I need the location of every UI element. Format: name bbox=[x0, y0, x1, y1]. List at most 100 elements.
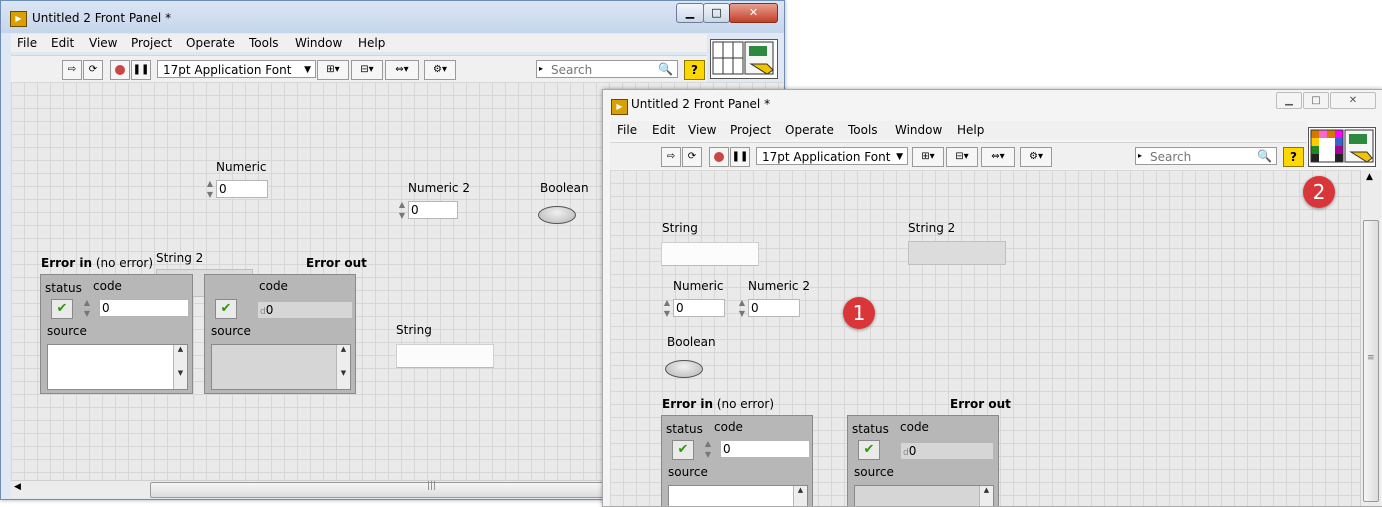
run-button[interactable]: ⇨ bbox=[661, 147, 681, 167]
boolean-button[interactable] bbox=[665, 360, 703, 378]
scroll-up-icon[interactable]: ▲ bbox=[341, 345, 346, 353]
close-button[interactable]: ✕ bbox=[1330, 92, 1376, 109]
pause-button[interactable]: ❚❚ bbox=[131, 60, 151, 80]
increment-decrement-icon[interactable]: ▲ ▼ bbox=[702, 438, 714, 460]
search-input[interactable] bbox=[549, 62, 663, 78]
minimize-button[interactable]: ▁ bbox=[676, 3, 704, 23]
vertical-scrollbar[interactable]: ▲ ≡ bbox=[1360, 170, 1381, 506]
menu-file[interactable]: File bbox=[617, 123, 637, 137]
status-checkbox[interactable]: ✔ bbox=[51, 299, 73, 319]
menu-view[interactable]: View bbox=[688, 123, 716, 137]
context-help-button[interactable]: ? bbox=[1283, 147, 1304, 167]
run-continuously-button[interactable]: ⟳ bbox=[682, 147, 702, 167]
menu-operate[interactable]: Operate bbox=[186, 36, 235, 50]
scroll-up-icon[interactable]: ▲ bbox=[798, 486, 803, 494]
string-control[interactable] bbox=[661, 242, 759, 266]
code-input[interactable]: 0 bbox=[720, 440, 810, 458]
distribute-objects-button[interactable]: ⊟▾ bbox=[946, 147, 978, 167]
maximize-button[interactable]: □ bbox=[703, 3, 730, 23]
menu-tools[interactable]: Tools bbox=[249, 36, 279, 50]
numeric2-control[interactable]: ▲ ▼ 0 bbox=[736, 297, 800, 319]
abort-button[interactable] bbox=[709, 147, 729, 167]
code-control[interactable]: ▲ ▼ 0 bbox=[702, 438, 810, 460]
search-box[interactable]: ▸ 🔍 bbox=[1135, 147, 1277, 165]
menu-view[interactable]: View bbox=[89, 36, 117, 50]
front-panel-canvas[interactable]: String String 2 Numeric ▲ ▼ 0 Numeric 2 ▲… bbox=[610, 170, 1360, 506]
menu-tools[interactable]: Tools bbox=[848, 123, 878, 137]
source-scrollbar[interactable]: ▲ ▼ bbox=[336, 345, 350, 389]
status-checkbox[interactable]: ✔ bbox=[672, 440, 694, 460]
scroll-down-icon[interactable]: ▼ bbox=[178, 369, 183, 377]
font-selector[interactable]: 17pt Application Font ▼ bbox=[756, 147, 908, 165]
menu-edit[interactable]: Edit bbox=[652, 123, 675, 137]
scroll-down-icon[interactable]: ▼ bbox=[341, 369, 346, 377]
source-textbox[interactable]: ▲ ▼ bbox=[47, 344, 188, 390]
error-in-cluster[interactable]: status code ✔ ▲ ▼ 0 source ▲ bbox=[661, 415, 813, 506]
abort-button[interactable] bbox=[110, 60, 130, 80]
reorder-button[interactable]: ⚙▾ bbox=[1020, 147, 1052, 167]
menu-file[interactable]: File bbox=[17, 36, 37, 50]
increment-decrement-icon[interactable]: ▲ ▼ bbox=[396, 199, 408, 221]
menu-window[interactable]: Window bbox=[895, 123, 942, 137]
search-scope-icon: ▸ bbox=[1138, 151, 1143, 160]
front-panel-window-2[interactable]: ▶ Untitled 2 Front Panel * ▁ □ ✕ File Ed… bbox=[602, 89, 1382, 507]
increment-decrement-icon[interactable]: ▲ ▼ bbox=[736, 297, 748, 319]
distribute-objects-button[interactable]: ⊟▾ bbox=[351, 60, 383, 80]
numeric2-control[interactable]: ▲ ▼ 0 bbox=[396, 199, 460, 221]
menu-help[interactable]: Help bbox=[358, 36, 385, 50]
run-button[interactable]: ⇨ bbox=[62, 60, 82, 80]
source-scrollbar[interactable]: ▲ bbox=[793, 486, 807, 506]
source-textbox[interactable]: ▲ bbox=[668, 485, 808, 506]
increment-decrement-icon[interactable]: ▲ ▼ bbox=[661, 297, 673, 319]
close-button[interactable]: ✕ bbox=[729, 3, 778, 23]
string-control[interactable] bbox=[396, 344, 494, 368]
search-box[interactable]: ▸ 🔍 bbox=[536, 60, 678, 78]
run-continuously-button[interactable]: ⟳ bbox=[83, 60, 103, 80]
vertical-scroll-thumb[interactable]: ≡ bbox=[1363, 220, 1379, 502]
source-scrollbar[interactable]: ▲ bbox=[979, 486, 993, 506]
numeric-label: Numeric bbox=[216, 160, 267, 174]
title-bar[interactable]: ▶ Untitled 2 Front Panel * ▁ □ ✕ bbox=[1, 1, 784, 33]
resize-objects-button[interactable]: ⇔▾ bbox=[981, 147, 1015, 167]
numeric-control[interactable]: ▲ ▼ 0 bbox=[661, 297, 725, 319]
resize-objects-button[interactable]: ⇔▾ bbox=[385, 60, 419, 80]
reorder-button[interactable]: ⚙▾ bbox=[424, 60, 456, 80]
numeric-control[interactable]: ▲ ▼ 0 bbox=[204, 178, 268, 200]
connector-pane-icon[interactable] bbox=[710, 39, 778, 79]
menu-edit[interactable]: Edit bbox=[51, 36, 74, 50]
align-objects-button[interactable]: ⊞▾ bbox=[912, 147, 944, 167]
connector-pane-icon[interactable] bbox=[1308, 127, 1376, 167]
numeric-input[interactable]: 0 bbox=[216, 180, 268, 198]
source-scrollbar[interactable]: ▲ ▼ bbox=[173, 345, 187, 389]
scroll-up-icon[interactable]: ▲ bbox=[178, 345, 183, 353]
string-label: String bbox=[396, 323, 432, 337]
maximize-button[interactable]: □ bbox=[1303, 92, 1329, 109]
pause-button[interactable]: ❚❚ bbox=[730, 147, 750, 167]
error-in-cluster[interactable]: status code ✔ ▲ ▼ 0 source ▲ ▼ bbox=[40, 274, 193, 394]
increment-decrement-icon[interactable]: ▲ ▼ bbox=[81, 297, 93, 319]
code-control[interactable]: ▲ ▼ 0 bbox=[81, 297, 189, 319]
minimize-button[interactable]: ▁ bbox=[1276, 92, 1302, 109]
font-selector[interactable]: 17pt Application Font ▼ bbox=[157, 60, 316, 78]
numeric2-input[interactable]: 0 bbox=[408, 201, 458, 219]
numeric-input[interactable]: 0 bbox=[673, 299, 725, 317]
menu-project[interactable]: Project bbox=[730, 123, 771, 137]
context-help-button[interactable]: ? bbox=[684, 60, 705, 80]
search-input[interactable] bbox=[1148, 149, 1262, 165]
increment-decrement-icon[interactable]: ▲ ▼ bbox=[204, 178, 216, 200]
numeric2-input[interactable]: 0 bbox=[748, 299, 800, 317]
scroll-up-icon[interactable]: ▲ bbox=[984, 486, 989, 494]
menu-help[interactable]: Help bbox=[957, 123, 984, 137]
search-icon[interactable]: 🔍 bbox=[1257, 148, 1272, 164]
menu-window[interactable]: Window bbox=[295, 36, 342, 50]
code-input[interactable]: 0 bbox=[99, 299, 189, 317]
title-bar[interactable]: ▶ Untitled 2 Front Panel * ▁ □ ✕ bbox=[603, 90, 1382, 118]
distribute-icon: ⊟▾ bbox=[360, 64, 374, 75]
scroll-up-icon[interactable]: ▲ bbox=[1366, 172, 1373, 182]
scroll-left-icon[interactable]: ◀ bbox=[14, 482, 21, 492]
align-objects-button[interactable]: ⊞▾ bbox=[317, 60, 349, 80]
boolean-button[interactable] bbox=[538, 206, 576, 224]
menu-operate[interactable]: Operate bbox=[785, 123, 834, 137]
search-icon[interactable]: 🔍 bbox=[658, 61, 673, 77]
menu-project[interactable]: Project bbox=[131, 36, 172, 50]
